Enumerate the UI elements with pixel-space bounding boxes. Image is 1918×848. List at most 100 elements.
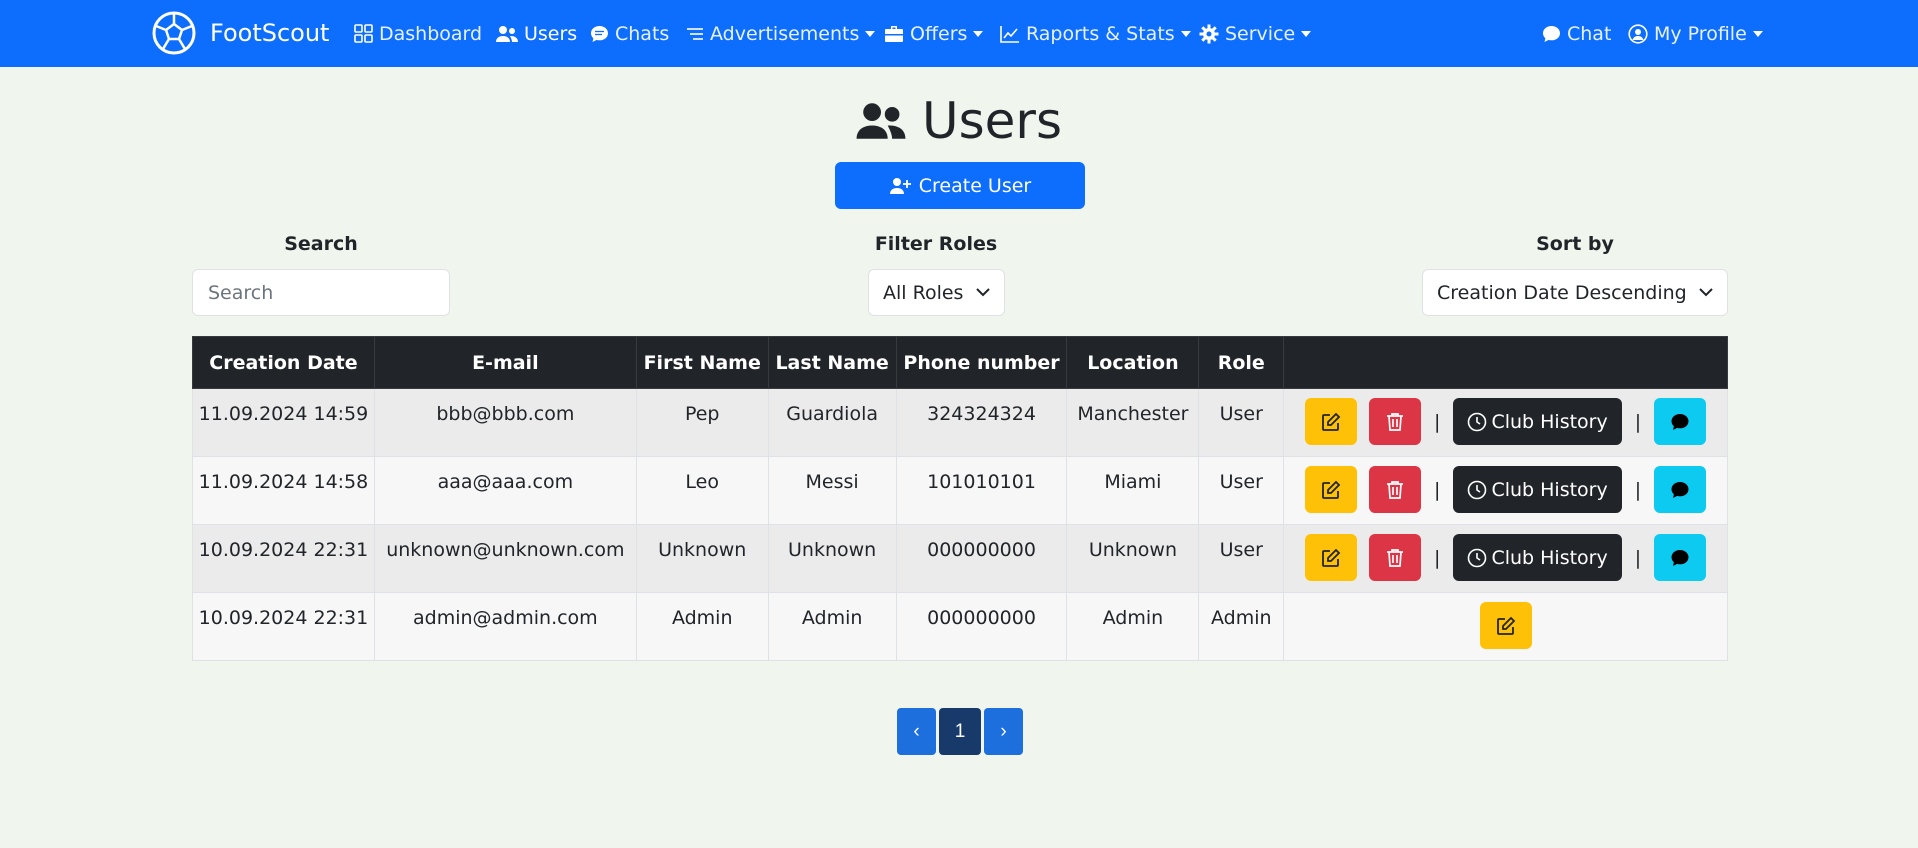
separator: | [1634,546,1642,569]
graph-up-icon [1000,25,1019,43]
column-header[interactable]: Role [1198,336,1285,389]
top-navbar: FootScout Dashboard Users Chats Advertis… [0,0,1918,67]
pagination-prev-button[interactable]: ‹ [897,708,936,755]
search-label: Search [284,233,358,255]
cell-phone: 324324324 [895,388,1068,457]
column-header[interactable]: Phone number [895,336,1068,389]
cell-creation-date: 11.09.2024 14:59 [192,388,375,457]
nav-users-label: Users [524,22,578,45]
nav-chat[interactable]: Chat [1542,0,1611,67]
cell-first-name: Admin [635,592,769,661]
users-table: Creation Date E-mail First Name Last Nam… [192,336,1728,661]
cell-email: unknown@unknown.com [373,524,637,593]
nav-my-profile-label: My Profile [1654,22,1747,45]
cell-phone: 000000000 [895,524,1068,593]
edit-user-button[interactable] [1305,466,1358,513]
chat-bubble-icon [591,25,608,42]
pagination-next-button[interactable]: › [984,708,1023,755]
page-title-text: Users [921,92,1062,150]
cell-role: User [1198,388,1285,457]
clock-icon [1468,548,1487,567]
cell-role: User [1198,524,1285,593]
person-circle-icon [1628,23,1648,44]
briefcase-icon [885,25,903,42]
edit-user-button[interactable] [1305,398,1358,445]
edit-user-button[interactable] [1479,602,1532,649]
table-header-row: Creation Date E-mail First Name Last Nam… [192,336,1728,389]
chevron-down-icon [865,30,876,37]
trash-icon [1387,480,1404,499]
cell-creation-date: 10.09.2024 22:31 [192,524,375,593]
nav-chats[interactable]: Chats [590,0,669,67]
cell-last-name: Messi [767,456,897,525]
nav-dashboard[interactable]: Dashboard [354,0,482,67]
trash-icon [1387,548,1404,567]
create-user-button[interactable]: Create User [835,162,1085,209]
clock-icon [1468,412,1487,431]
cell-first-name: Unknown [635,524,769,593]
column-header[interactable]: E-mail [373,336,637,389]
nav-advertisements[interactable]: Advertisements [686,0,876,67]
filter-roles-value: All Roles [883,281,964,304]
chat-user-button[interactable] [1654,534,1707,581]
club-history-button[interactable]: Club History [1453,398,1622,445]
chevron-down-icon [1301,30,1312,37]
delete-user-button[interactable] [1369,466,1422,513]
pencil-square-icon [1322,480,1341,499]
cell-role: Admin [1198,592,1285,661]
nav-service[interactable]: Service [1199,0,1312,67]
chevron-down-icon [976,288,990,297]
nav-advertisements-label: Advertisements [710,22,860,45]
search-input[interactable] [192,269,450,316]
sort-by-select[interactable]: Creation Date Descending [1422,269,1728,316]
grid-icon [354,24,373,43]
cell-creation-date: 10.09.2024 22:31 [192,592,375,661]
nav-my-profile[interactable]: My Profile [1628,0,1763,67]
cell-email: admin@admin.com [373,592,637,661]
soccer-ball-icon [152,11,196,55]
cell-creation-date: 11.09.2024 14:58 [192,456,375,525]
column-header[interactable]: Location [1066,336,1200,389]
column-header[interactable]: Creation Date [192,336,375,389]
chat-bubble-icon [1543,25,1560,42]
chevron-down-icon [973,30,984,37]
delete-user-button[interactable] [1369,398,1422,445]
person-add-icon [889,177,911,194]
separator: | [1634,410,1642,433]
nav-chat-label: Chat [1567,22,1612,45]
pencil-square-icon [1496,616,1515,635]
table-row: 10.09.2024 22:31 unknown@unknown.com Unk… [192,524,1728,593]
club-history-button[interactable]: Club History [1453,534,1622,581]
filter-roles-select[interactable]: All Roles [868,269,1005,316]
club-history-label: Club History [1491,546,1608,569]
club-history-button[interactable]: Club History [1453,466,1622,513]
separator: | [1634,478,1642,501]
nav-raports-stats-label: Raports & Stats [1026,22,1175,45]
trash-icon [1387,412,1404,431]
pencil-square-icon [1322,548,1341,567]
nav-raports-stats[interactable]: Raports & Stats [1000,0,1191,67]
club-history-label: Club History [1491,478,1608,501]
sort-by-label: Sort by [1536,233,1614,255]
edit-user-button[interactable] [1305,534,1358,581]
delete-user-button[interactable] [1369,534,1422,581]
cell-first-name: Leo [635,456,769,525]
nav-offers-label: Offers [910,22,968,45]
table-row: 11.09.2024 14:59 bbb@bbb.com Pep Guardio… [192,388,1728,457]
table-row: 11.09.2024 14:58 aaa@aaa.com Leo Messi 1… [192,456,1728,525]
cell-location: Unknown [1066,524,1200,593]
chat-user-button[interactable] [1654,466,1707,513]
nav-users[interactable]: Users [496,0,577,67]
chevron-down-icon [1752,30,1763,37]
chat-user-button[interactable] [1654,398,1707,445]
pagination-page-button[interactable]: 1 [939,708,981,755]
cell-phone: 000000000 [895,592,1068,661]
column-header[interactable]: Last Name [767,336,897,389]
cell-location: Admin [1066,592,1200,661]
create-user-label: Create User [918,174,1032,197]
column-header[interactable]: First Name [635,336,769,389]
brand[interactable]: FootScout [152,10,329,56]
nav-offers[interactable]: Offers [884,0,984,67]
cell-role: User [1198,456,1285,525]
separator: | [1434,546,1441,569]
